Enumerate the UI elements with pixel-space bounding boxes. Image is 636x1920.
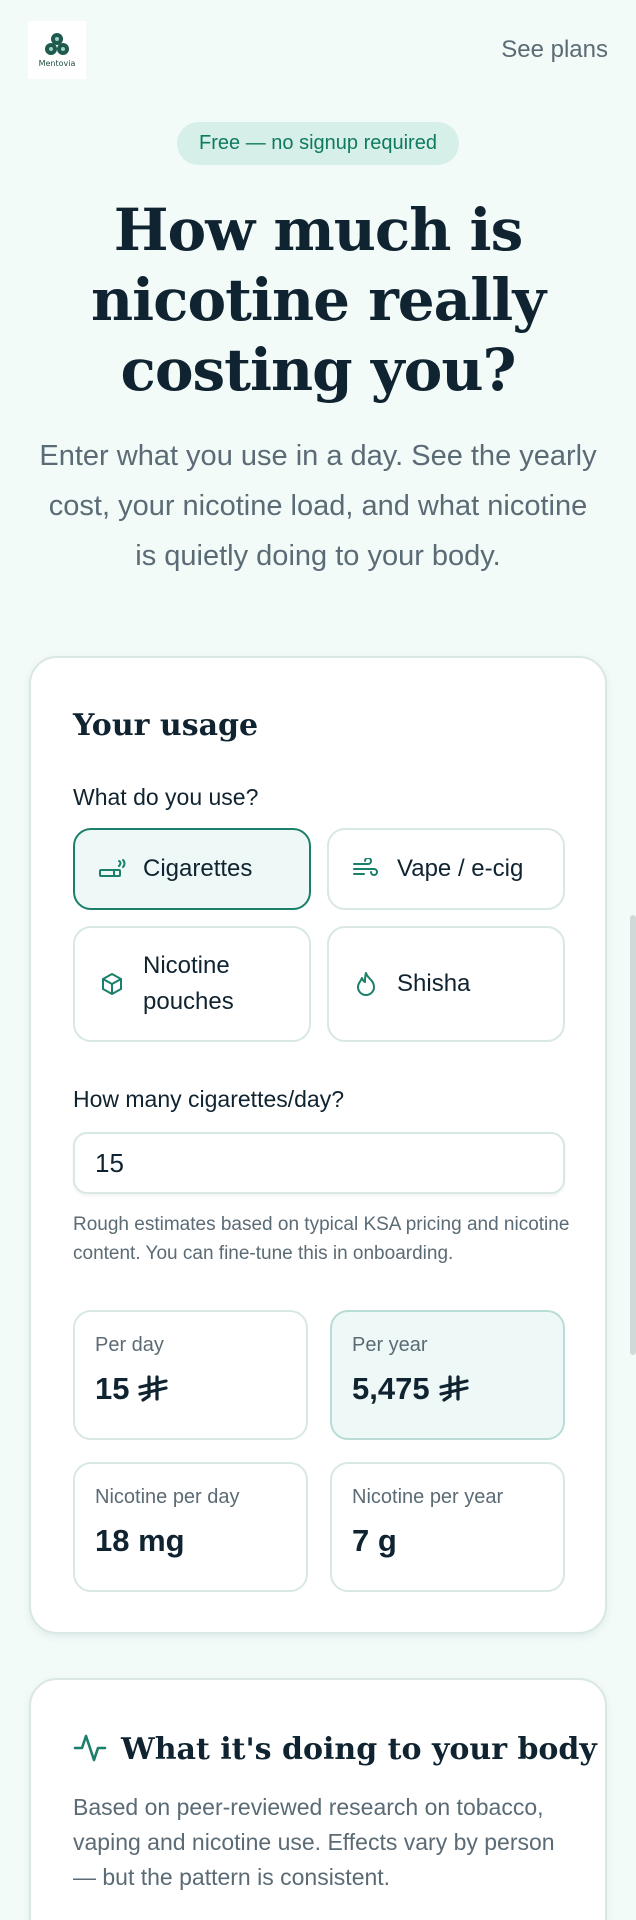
riyal-icon [137,1374,169,1404]
stat-per-year: Per year 5,475 [330,1310,565,1440]
stat-label: Per day [95,1334,164,1356]
scrollbar[interactable] [630,915,636,1355]
body-effects-header: What it's doing to your body [73,1730,597,1769]
free-badge: Free — no signup required [177,122,459,165]
logo[interactable]: Mentovia [28,21,86,79]
option-label: Vape / e-cig [397,855,524,882]
stat-value: 18 mg [95,1523,185,1558]
estimate-note: Rough estimates based on typical KSA pri… [73,1214,570,1264]
option-vape[interactable]: Vape / e-cig [327,828,565,910]
hero-subtitle: Enter what you use in a day. See the yea… [39,440,597,572]
stat-number: 15 [95,1371,130,1406]
box-icon [97,969,127,999]
count-label: How many cigarettes/day? [73,1086,345,1112]
option-label: Cigarettes [143,855,253,882]
cigarettes-per-day-input[interactable] [73,1132,565,1194]
activity-icon [73,1730,107,1769]
usage-title: Your usage [73,708,259,743]
body-effects-card: What it's doing to your body Based on pe… [29,1678,607,1920]
logo-text: Mentovia [38,59,76,68]
header: Mentovia See plans [0,0,636,100]
logo-mark-icon [45,33,69,55]
stat-per-day: Per day 15 [73,1310,308,1440]
option-nicotine-pouches[interactable]: Nicotine pouches [73,926,311,1042]
body-effects-title: What it's doing to your body [121,1732,597,1767]
stat-nicotine-per-day: Nicotine per day 18 mg [73,1462,308,1592]
page: Mentovia See plans Free — no signup requ… [0,0,636,1920]
flame-icon [351,969,381,999]
cigarette-icon [97,854,127,884]
stat-label: Nicotine per year [352,1486,504,1508]
option-shisha[interactable]: Shisha [327,926,565,1042]
stat-number: 5,475 [352,1371,430,1406]
see-plans-link[interactable]: See plans [501,36,608,64]
hero: Free — no signup required How much is ni… [0,122,636,581]
option-label: Nicotine pouches [143,952,234,1015]
usage-card: Your usage What do you use? Cigarettes V… [29,656,607,1634]
stat-value: 15 [95,1371,306,1407]
wind-icon [351,854,381,884]
stat-label: Per year [352,1334,428,1356]
usage-question: What do you use? [73,784,259,810]
riyal-icon [438,1374,470,1404]
body-effects-description: Based on peer-reviewed research on tobac… [73,1794,555,1890]
stat-label: Nicotine per day [95,1486,240,1508]
stat-nicotine-per-year: Nicotine per year 7 g [330,1462,565,1592]
stat-value: 7 g [352,1523,397,1558]
option-cigarettes[interactable]: Cigarettes [73,828,311,910]
option-label: Shisha [397,970,471,997]
stat-value: 5,475 [352,1371,563,1407]
page-title: How much is nicotine really costing you? [90,196,546,404]
